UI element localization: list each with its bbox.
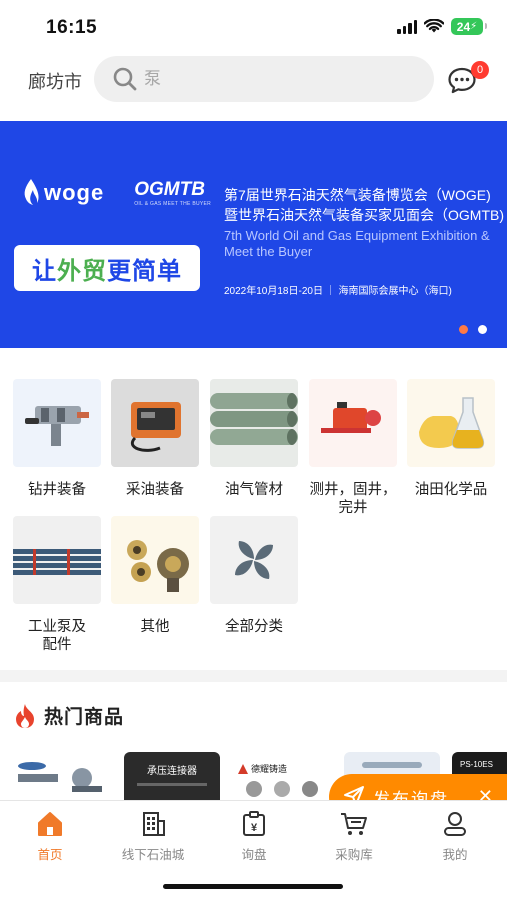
woge-text: woge — [44, 180, 105, 205]
battery-indicator: 24 ⚡ — [451, 18, 487, 35]
chemicals-icon — [407, 379, 495, 467]
pagination-dot[interactable] — [478, 325, 487, 334]
drilling-equipment-icon — [13, 379, 101, 467]
category-label: 其他 — [140, 619, 170, 635]
pipes-icon — [210, 379, 298, 467]
all-categories-icon — [210, 516, 298, 604]
search-input[interactable] — [144, 69, 404, 89]
woge-logo: woge — [22, 178, 104, 208]
banner-date: 2022年10月18日-20日 ｜ 海南国际会展中心（海口) — [224, 286, 452, 297]
category-label: 采油装备 — [126, 482, 184, 498]
status-icons: 24 ⚡ — [397, 18, 487, 35]
message-badge: 0 — [471, 61, 489, 79]
building-icon — [143, 812, 165, 836]
home-indicator — [163, 884, 343, 889]
product-card[interactable]: 承压连接器 — [124, 752, 220, 800]
product-card-text: 德耀铸造 — [251, 764, 288, 774]
tab-mine[interactable]: 我的 — [405, 809, 505, 863]
banner-text: 第7届世界石油天然气装备博览会（WOGE) 暨世界石油天然气装备买家见面会（OG… — [224, 185, 504, 297]
category-label: 测井，固井，完井 — [309, 482, 397, 516]
city-selector[interactable]: 廊坊市 — [28, 68, 82, 94]
category-drill-bits[interactable]: 其他 — [111, 516, 199, 636]
tab-inquiry[interactable]: ¥ 询盘 — [204, 809, 304, 863]
category-drilling-equipment[interactable]: 钻井装备 — [13, 379, 101, 499]
tab-label: 询盘 — [241, 848, 267, 862]
status-time: 16:15 — [46, 17, 98, 38]
ogmtb-text: OGMTB — [134, 179, 205, 200]
banner-title-cn-1: 第7届世界石油天然气装备博览会（WOGE) — [224, 187, 491, 203]
category-label: 工业泵及配件 — [28, 619, 86, 653]
hot-products-title: 热门商品 — [44, 707, 125, 728]
cart-icon — [341, 813, 367, 835]
product-card-text: PS-10ES — [460, 760, 493, 769]
banner-title-en: 7th World Oil and Gas Equipment Exhibiti… — [224, 228, 490, 259]
status-bar: 16:15 24 ⚡ — [0, 0, 507, 56]
category-chemicals[interactable]: 油田化学品 — [407, 379, 495, 499]
ogmtb-subtext: OIL & GAS MEET THE BUYER — [134, 201, 212, 207]
category-oil-extraction-equipment[interactable]: 采油装备 — [111, 379, 199, 499]
banner-logos: woge OGMTB OIL & GAS MEET THE BUYER — [22, 178, 211, 208]
product-card[interactable] — [12, 752, 108, 800]
signal-icon — [397, 19, 417, 34]
tab-label: 采购库 — [335, 848, 373, 862]
inquiry-icon: ¥ — [243, 811, 265, 836]
pump-pipes-icon — [13, 516, 101, 604]
tab-label: 线下石油城 — [121, 848, 185, 862]
tab-purchase-library[interactable]: 采购库 — [304, 809, 404, 863]
tab-offline-oil-city[interactable]: 线下石油城 — [103, 809, 203, 863]
flame-logo-icon — [24, 179, 39, 205]
tab-label: 我的 — [442, 848, 468, 862]
svg-text:¥: ¥ — [251, 822, 258, 834]
ogmtb-logo: OGMTB OIL & GAS MEET THE BUYER — [134, 179, 211, 207]
user-icon — [444, 812, 466, 836]
tab-home[interactable]: 首页 — [0, 809, 100, 863]
category-label: 油气管材 — [225, 482, 283, 498]
banner-title-cn-2: 暨世界石油天然气装备买家见面会（OGMTB) — [224, 207, 504, 223]
category-pipes[interactable]: 油气管材 — [210, 379, 298, 499]
banner-pagination — [459, 325, 487, 334]
tab-label: 首页 — [37, 848, 63, 862]
home-icon — [38, 812, 62, 836]
drill-bits-icon — [111, 516, 199, 604]
category-label: 油田化学品 — [414, 482, 488, 498]
category-label: 全部分类 — [225, 619, 283, 635]
wifi-icon — [424, 19, 444, 33]
hot-products-header: 热门商品 — [14, 702, 124, 729]
product-card-text: 承压连接器 — [147, 766, 197, 777]
search-icon — [113, 67, 137, 91]
search-bar[interactable] — [94, 56, 434, 102]
category-all[interactable]: 全部分类 — [210, 516, 298, 636]
category-label: 钻井装备 — [28, 482, 86, 498]
fire-icon — [16, 703, 34, 728]
product-card[interactable]: 德耀铸造 — [234, 752, 330, 800]
brand-logo-icon — [238, 763, 248, 774]
banner-slogan: 让外贸 更简单 — [14, 245, 200, 291]
logging-equipment-icon — [309, 379, 397, 467]
section-divider — [0, 670, 507, 682]
oil-extraction-equipment-icon — [111, 379, 199, 467]
header: 廊坊市 0 — [0, 56, 507, 102]
pagination-dot-active[interactable] — [459, 325, 468, 334]
promo-banner[interactable]: woge OGMTB OIL & GAS MEET THE BUYER 让外贸更… — [0, 121, 507, 348]
category-logging-equipment[interactable]: 测井，固井，完井 — [309, 379, 397, 517]
category-pump-pipes[interactable]: 工业泵及配件 — [13, 516, 101, 654]
